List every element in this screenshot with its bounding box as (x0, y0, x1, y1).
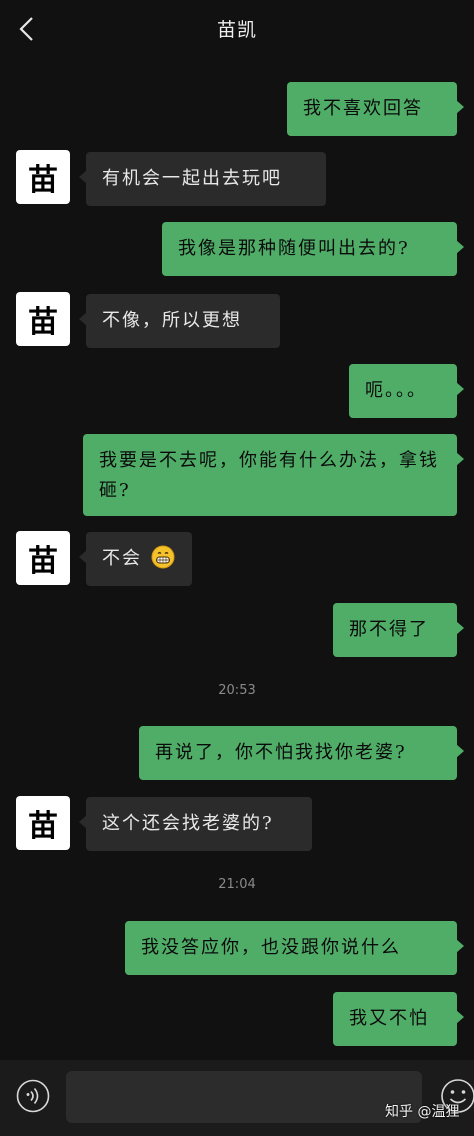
my-message-2[interactable]: 我像是那种随便叫出去的? (162, 222, 464, 276)
my-message-1[interactable]: 我不喜欢回答 (287, 82, 464, 136)
message-text: 我没答应你，也没跟你说什么 (141, 937, 401, 958)
message-text: 再说了，你不怕我找你老婆? (155, 742, 407, 763)
message-text: 我又不怕 (349, 1008, 429, 1029)
message-text: 我像是那种随便叫出去的? (178, 238, 410, 259)
grinning-face-emoji (151, 545, 175, 569)
avatar-text: 苗 (28, 163, 58, 198)
message-text: 不像，所以更想 (102, 310, 242, 331)
message-text: 那不得了 (349, 619, 429, 640)
message-text: 有机会一起出去玩吧 (102, 168, 282, 189)
chat-title: 苗凯 (216, 19, 257, 41)
message-text: 不会 (102, 548, 142, 569)
their-message-3[interactable]: 不会 (79, 532, 192, 586)
voice-icon[interactable] (16, 1079, 50, 1113)
avatar-text: 苗 (28, 544, 58, 579)
their-message-4[interactable]: 这个还会找老婆的? (79, 797, 312, 851)
message-text: 我要是不去呢，你能有什么办法，拿钱砸? (99, 450, 439, 501)
message-text: 这个还会找老婆的? (102, 813, 274, 834)
timestamp: 20:53 (218, 683, 256, 698)
avatar-text: 苗 (28, 305, 58, 340)
chat-header: 苗凯 (0, 0, 474, 56)
my-message-6[interactable]: 再说了，你不怕我找你老婆? (139, 726, 464, 780)
message-text: 呃。。。 (365, 380, 427, 401)
contact-avatar[interactable]: 苗 (16, 150, 70, 204)
watermark: 知乎 @温狸 (385, 1104, 460, 1120)
my-message-4[interactable]: 我要是不去呢，你能有什么办法，拿钱砸? (83, 434, 464, 516)
contact-avatar[interactable]: 苗 (16, 292, 70, 346)
their-message-2[interactable]: 不像，所以更想 (79, 294, 280, 348)
input-bar (0, 1060, 474, 1136)
avatar-text: 苗 (28, 809, 58, 844)
my-message-7[interactable]: 我没答应你，也没跟你说什么 (125, 921, 464, 975)
message-text: 我不喜欢回答 (303, 98, 423, 119)
their-message-1[interactable]: 有机会一起出去玩吧 (79, 152, 326, 206)
my-message-3[interactable]: 呃。。。 (349, 364, 464, 418)
message-input[interactable] (66, 1071, 422, 1123)
contact-avatar[interactable]: 苗 (16, 796, 70, 850)
my-message-5[interactable]: 那不得了 (333, 603, 464, 657)
timestamp: 21:04 (218, 877, 256, 892)
contact-avatar[interactable]: 苗 (16, 531, 70, 585)
my-message-8[interactable]: 我又不怕 (333, 992, 464, 1046)
